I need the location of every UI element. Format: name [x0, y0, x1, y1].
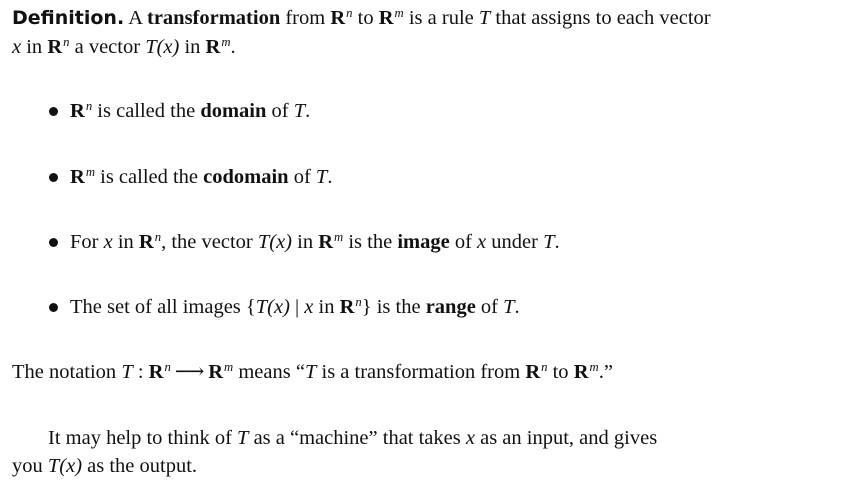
bullet-dot — [49, 238, 58, 247]
notation-line: The notation T : Rn ⟶ Rm means “T is a tra… — [12, 358, 613, 386]
definition-line-1: Definition. A transformation from Rn to … — [12, 6, 711, 29]
bullet-image: For x in Rn, the vector T(x) in Rm is th… — [70, 230, 560, 253]
bullet-domain: Rn is called the domain of T. — [70, 99, 311, 122]
bullet-dot — [49, 107, 58, 116]
long-arrow-icon: ⟶ — [174, 361, 205, 383]
machine-line-1: It may help to think of T as a “machine”… — [48, 427, 658, 449]
term-domain: domain — [200, 100, 267, 122]
term-image: image — [397, 231, 450, 253]
definition-line-2: x in Rn a vector T(x) in Rm. — [12, 35, 236, 58]
bullet-dot — [49, 173, 58, 182]
machine-line-2: you T(x) as the output. — [12, 455, 198, 477]
definition-label: Definition. — [12, 7, 125, 29]
bullet-range: The set of all images {T(x) | x in Rn} i… — [70, 295, 520, 318]
term-range: range — [425, 296, 476, 318]
bullet-codomain: Rm is called the codomain of T. — [70, 165, 333, 188]
term-transformation: transformation — [147, 7, 281, 29]
bullet-dot — [49, 303, 58, 312]
term-codomain: codomain — [203, 166, 289, 188]
